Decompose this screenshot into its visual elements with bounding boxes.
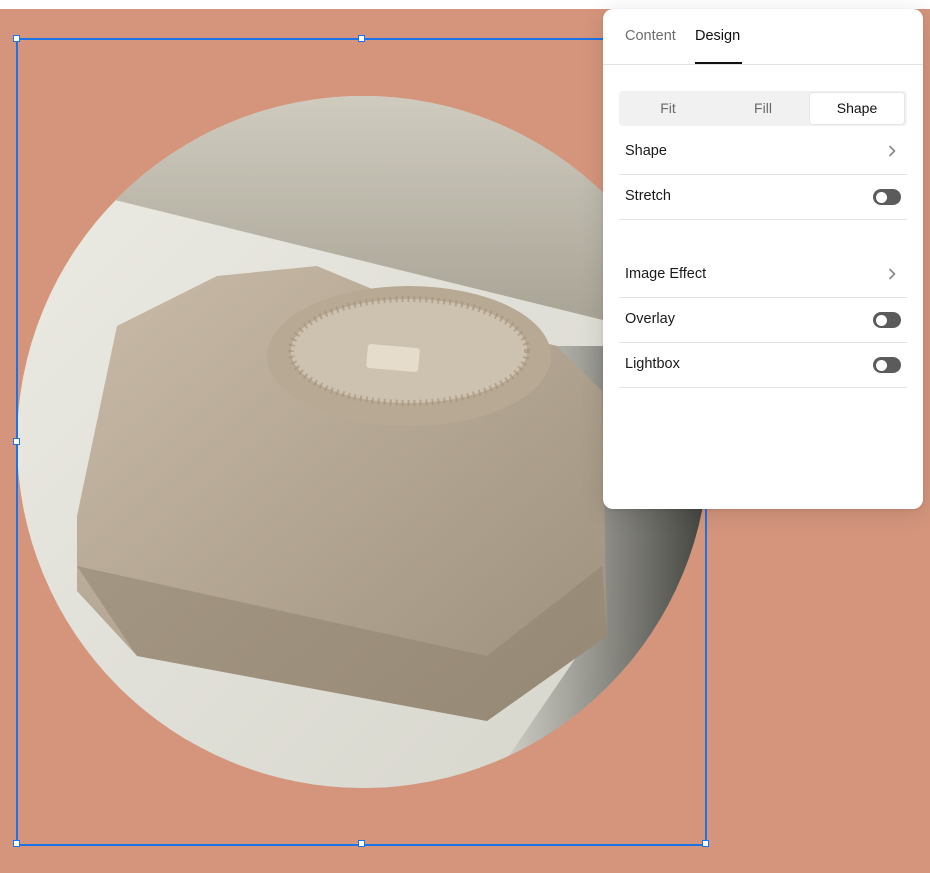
segment-fit[interactable]: Fit [621,93,715,124]
tab-design[interactable]: Design [695,28,740,44]
lightbox-toggle[interactable] [873,357,901,373]
toggle-knob [876,191,887,203]
row-lightbox-label: Lightbox [625,356,680,372]
row-shape[interactable]: Shape [619,130,907,175]
resize-handle-top-center[interactable] [358,35,365,42]
row-stretch: Stretch [619,175,907,220]
chevron-right-icon [889,268,896,280]
chevron-right-icon [889,145,896,157]
tab-content[interactable]: Content [625,28,676,44]
resize-handle-top-left[interactable] [13,35,20,42]
toggle-knob [876,359,887,371]
row-overlay-label: Overlay [625,311,675,327]
row-stretch-label: Stretch [625,188,671,204]
resize-handle-bottom-left[interactable] [13,840,20,847]
active-tab-indicator [695,62,742,64]
panel-tabs: Content Design [603,9,923,65]
image-mode-segmented-control: Fit Fill Shape [619,91,907,126]
resize-handle-middle-left[interactable] [13,438,20,445]
row-image-effect-label: Image Effect [625,266,707,282]
stretch-toggle[interactable] [873,189,901,205]
design-panel: Content Design Fit Fill Shape Shape Stre… [603,9,923,509]
toggle-knob [876,314,887,326]
segment-shape[interactable]: Shape [810,93,904,124]
segment-fill[interactable]: Fill [716,93,810,124]
row-lightbox: Lightbox [619,343,907,388]
row-image-effect[interactable]: Image Effect [619,253,907,298]
resize-handle-bottom-center[interactable] [358,840,365,847]
row-shape-label: Shape [625,143,667,159]
resize-handle-bottom-right[interactable] [702,840,709,847]
row-overlay: Overlay [619,298,907,343]
overlay-toggle[interactable] [873,312,901,328]
